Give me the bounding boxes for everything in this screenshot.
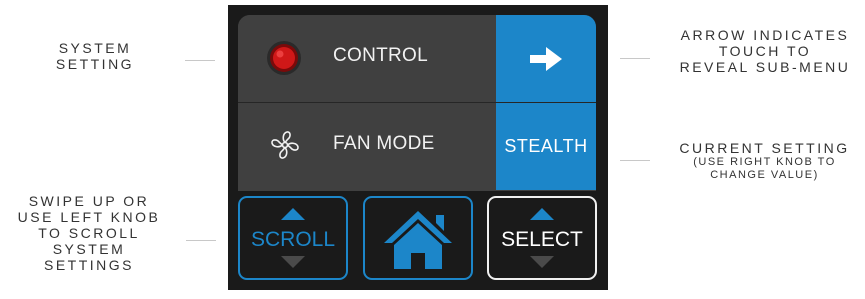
arrow-note-line: REVEAL SUB-MENU [679, 59, 851, 76]
swipe-scroll-note: SWIPE UP OR USE LEFT KNOB TO SCROLL SYST… [0, 193, 178, 273]
swipe-note-line: USE LEFT KNOB [17, 209, 161, 226]
home-icon [384, 211, 452, 269]
swipe-note-line: SYSTEM [52, 241, 126, 258]
current-setting-note-sub: (USE RIGHT KNOB TO [693, 156, 836, 169]
swipe-note-line: SWIPE UP OR [28, 193, 150, 209]
current-setting-leader [620, 160, 650, 161]
system-setting-leader [185, 60, 215, 61]
arrow-right-icon [530, 46, 562, 71]
arrow-note-leader [620, 58, 650, 59]
scroll-label: SCROLL [250, 228, 336, 251]
select-button[interactable]: SELECT [487, 196, 597, 280]
arrow-indicates-note: ARROW INDICATES TOUCH TO REVEAL SUB-MENU [665, 27, 865, 75]
select-up-arrow-icon [530, 208, 554, 220]
system-setting-note-line: SETTING [55, 56, 135, 73]
control-row[interactable]: CONTROL [238, 15, 596, 102]
arrow-note-line: ARROW INDICATES [680, 27, 850, 43]
red-led-icon [267, 41, 301, 75]
home-button[interactable] [363, 196, 473, 280]
swipe-leader [186, 240, 216, 241]
scroll-button[interactable]: SCROLL [238, 196, 348, 280]
scroll-down-arrow-icon [281, 256, 305, 268]
current-setting-note-title: CURRENT SETTING [679, 140, 850, 156]
arrow-note-line: TOUCH TO [718, 43, 812, 60]
current-setting-note: CURRENT SETTING (USE RIGHT KNOB TO CHANG… [672, 140, 857, 181]
fan-mode-value-text: STEALTH [504, 136, 588, 156]
system-setting-note-line: SYSTEM [58, 40, 132, 56]
fan-mode-value[interactable]: STEALTH [496, 103, 596, 190]
current-setting-note-sub: CHANGE VALUE) [710, 168, 819, 181]
fan-mode-label: FAN MODE [333, 133, 435, 154]
system-setting-note: SYSTEM SETTING [30, 40, 160, 72]
fan-mode-row[interactable]: FAN MODE STEALTH [238, 103, 596, 190]
select-label: SELECT [501, 228, 583, 251]
select-down-arrow-icon [530, 256, 554, 268]
control-label: CONTROL [333, 45, 428, 66]
scroll-up-arrow-icon [281, 208, 305, 220]
swipe-note-line: TO SCROLL [38, 225, 140, 242]
device-screen: CONTROL FAN MODE STEALTH SCROLL SELECT [228, 5, 608, 290]
fan-icon [271, 131, 299, 159]
swipe-note-line: SETTINGS [43, 257, 134, 274]
control-submenu-button[interactable] [496, 15, 596, 102]
settings-menu: CONTROL FAN MODE STEALTH [238, 15, 596, 191]
